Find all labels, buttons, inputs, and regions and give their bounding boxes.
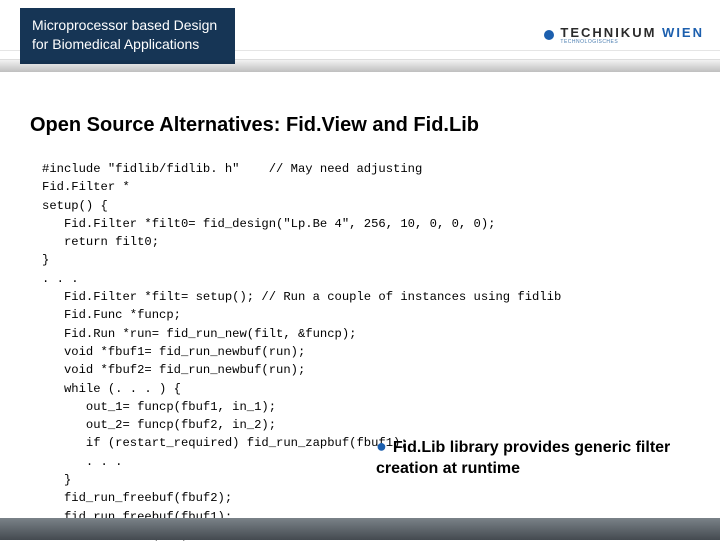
summary-bullet: ●Fid.Lib library provides generic filter… <box>376 435 676 480</box>
course-title-line2: for Biomedical Applications <box>32 35 217 54</box>
logo-wordmark: TECHNIKUM WIEN <box>560 26 704 39</box>
course-title-line1: Microprocessor based Design <box>32 16 217 35</box>
logo-dot-icon <box>544 30 554 40</box>
logo-subtext: TECHNOLOGISCHES <box>560 40 704 45</box>
summary-text: Fid.Lib library provides generic filter … <box>376 439 670 477</box>
slide-header: Microprocessor based Design for Biomedic… <box>0 0 720 78</box>
institution-logo: TECHNIKUM WIEN TECHNOLOGISCHES <box>544 18 704 52</box>
code-listing: #include "fidlib/fidlib. h" // May need … <box>42 160 682 544</box>
bullet-icon: ● <box>376 436 387 456</box>
header-shadow <box>0 60 720 72</box>
footer-bar <box>0 518 720 540</box>
course-title-block: Microprocessor based Design for Biomedic… <box>20 8 235 64</box>
slide-title: Open Source Alternatives: Fid.View and F… <box>30 114 479 137</box>
logo-text: TECHNIKUM WIEN TECHNOLOGISCHES <box>560 26 704 45</box>
